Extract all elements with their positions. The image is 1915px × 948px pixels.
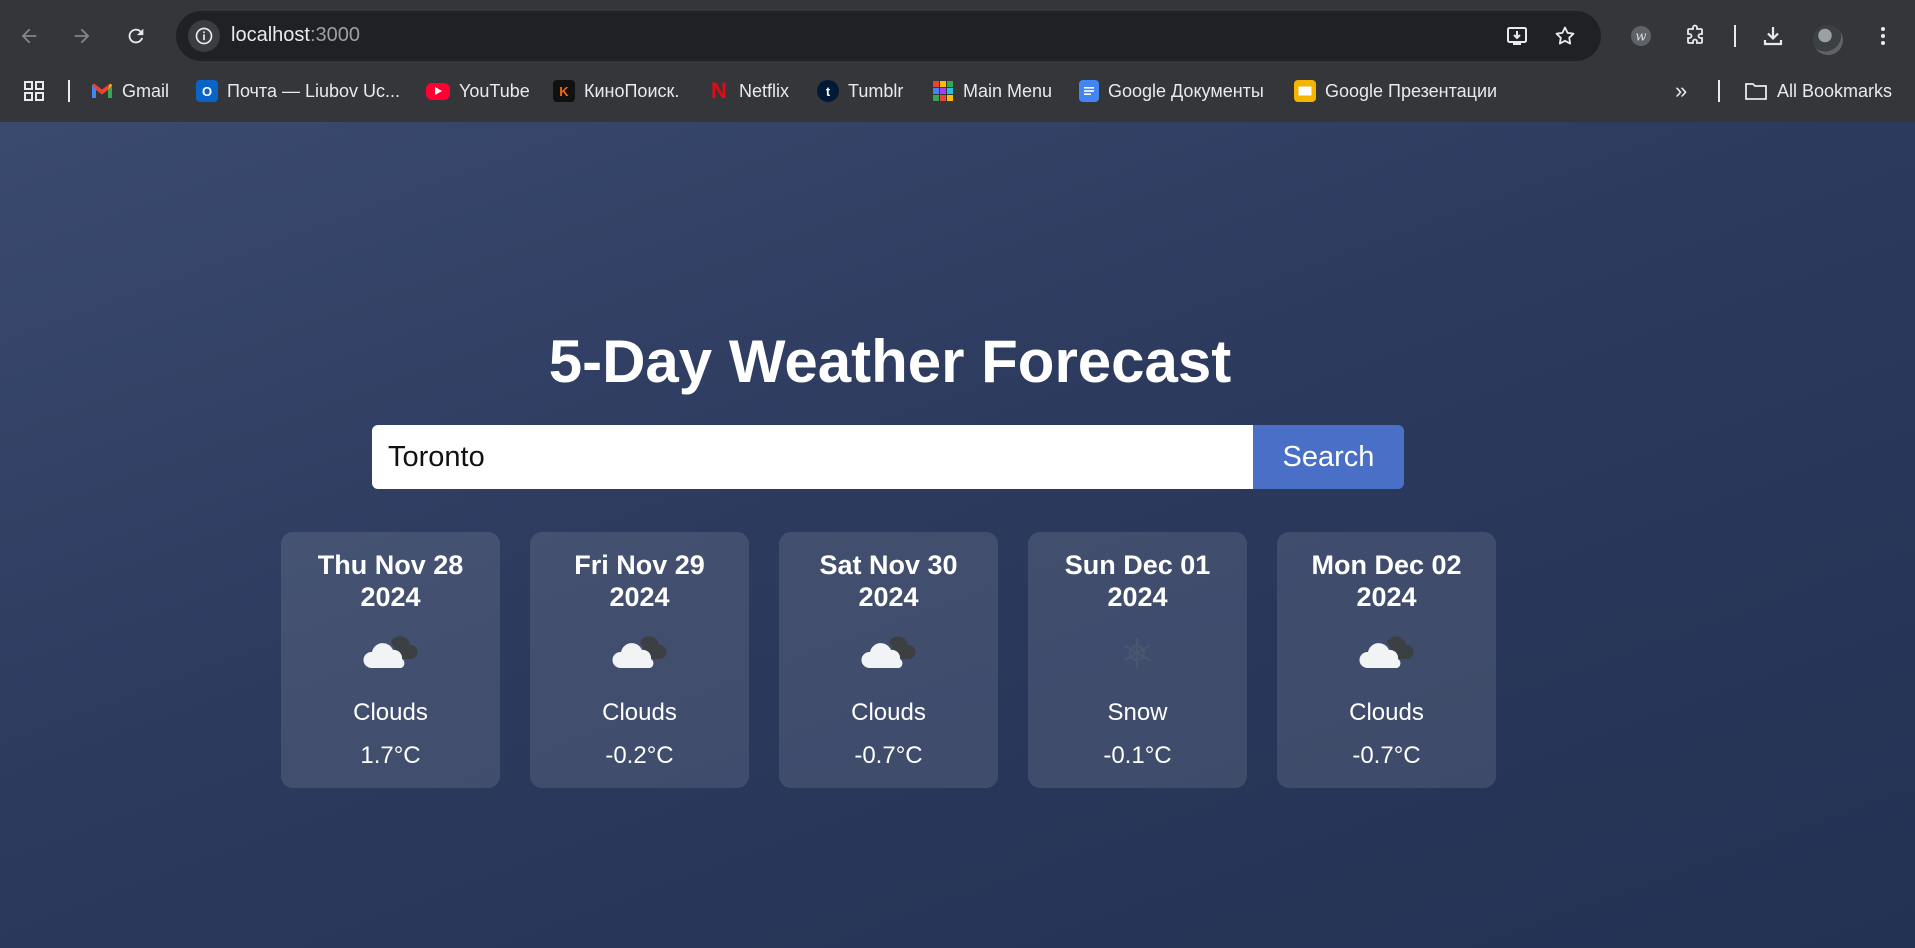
- search-bar: Search: [372, 425, 1404, 489]
- bookmarks-bar: Gmail O Почта — Liubov Uc... YouTube K К…: [0, 72, 1915, 110]
- bookmark-label: Почта — Liubov Uc...: [227, 80, 401, 101]
- google-docs-icon: [1079, 80, 1099, 102]
- city-search-input[interactable]: [372, 425, 1253, 489]
- snow-icon: [1123, 637, 1151, 669]
- bookmark-label: YouTube: [459, 80, 530, 101]
- url-text[interactable]: localhost:3000: [231, 24, 360, 47]
- bookmarks-divider: [1718, 80, 1720, 102]
- bookmark-youtube[interactable]: YouTube: [426, 72, 530, 110]
- forecast-temperature: -0.2°C: [605, 742, 674, 769]
- bookmark-label: КиноПоиск.: [584, 80, 680, 101]
- forecast-description: Clouds: [353, 699, 428, 726]
- forecast-card: Thu Nov 28 2024 Clouds 1.7°C: [281, 532, 500, 788]
- back-arrow-icon: [21, 28, 37, 44]
- forecast-temperature: 1.7°C: [360, 742, 421, 769]
- svg-text:w: w: [1635, 30, 1646, 45]
- more-bookmarks-chevron-icon[interactable]: »: [1675, 72, 1687, 110]
- bookmark-label: Netflix: [739, 80, 790, 101]
- gmail-icon: [91, 80, 113, 102]
- clouds-icon: [363, 636, 418, 668]
- grid-colorful-icon: [932, 80, 954, 102]
- site-info-icon[interactable]: [188, 20, 220, 52]
- browser-chrome: localhost:3000 w Gmail O Почта — Liubov …: [0, 0, 1915, 122]
- forecast-cards: Thu Nov 28 2024 Clouds 1.7°C Fri Nov 29 20…: [281, 532, 1496, 788]
- url-port: :3000: [309, 24, 360, 46]
- url-host: localhost: [231, 24, 310, 46]
- bookmark-label: Main Menu: [963, 80, 1053, 101]
- apps-grid-icon[interactable]: [22, 72, 46, 110]
- forecast-temperature: -0.7°C: [854, 742, 923, 769]
- back-button[interactable]: [11, 18, 47, 54]
- tumblr-icon: t: [817, 80, 839, 102]
- address-bar[interactable]: localhost:3000: [176, 11, 1601, 61]
- toolbar-divider: [1734, 25, 1736, 47]
- forecast-description: Clouds: [851, 699, 926, 726]
- netflix-icon: N: [711, 78, 727, 103]
- forecast-description: Clouds: [1349, 699, 1424, 726]
- forecast-description: Snow: [1107, 699, 1168, 726]
- bookmark-kinopoisk[interactable]: K КиноПоиск.: [553, 72, 679, 110]
- bookmark-google-slides[interactable]: Google Презентации: [1294, 72, 1497, 110]
- folder-icon: [1745, 83, 1767, 100]
- forecast-card: Mon Dec 02 2024 Clouds -0.7°C: [1277, 532, 1496, 788]
- install-app-icon[interactable]: [1503, 22, 1531, 50]
- forecast-temperature: -0.7°C: [1352, 742, 1421, 769]
- bookmark-label: Tumblr: [848, 80, 904, 101]
- browser-toolbar: localhost:3000 w: [0, 9, 1915, 63]
- forecast-card: Sat Nov 30 2024 Clouds -0.7°C: [779, 532, 998, 788]
- weather-app: 5-Day Weather Forecast Search Thu Nov 28…: [0, 122, 1915, 948]
- bookmark-gmail[interactable]: Gmail: [91, 72, 169, 110]
- forecast-temperature: -0.1°C: [1103, 742, 1172, 769]
- downloads-icon[interactable]: [1755, 18, 1791, 54]
- forecast-card: Sun Dec 01 2024 Snow -0.1°C: [1028, 532, 1247, 788]
- forecast-description: Clouds: [602, 699, 677, 726]
- google-slides-icon: [1294, 80, 1316, 102]
- forecast-date: Sat Nov 30 2024: [819, 550, 958, 612]
- all-bookmarks-button[interactable]: All Bookmarks: [1744, 72, 1892, 110]
- bookmark-star-icon[interactable]: [1551, 22, 1579, 50]
- forward-arrow-icon: [74, 28, 90, 44]
- reload-button[interactable]: [118, 18, 154, 54]
- clouds-icon: [612, 636, 667, 668]
- bookmark-main-menu[interactable]: Main Menu: [932, 72, 1052, 110]
- forecast-date: Mon Dec 02 2024: [1311, 550, 1462, 612]
- reload-icon: [128, 28, 144, 44]
- all-bookmarks-label: All Bookmarks: [1777, 80, 1893, 101]
- clouds-icon: [861, 636, 916, 668]
- bookmark-label: Gmail: [122, 80, 170, 101]
- extensions-puzzle-icon[interactable]: [1677, 18, 1713, 54]
- bookmark-label: Google Презентации: [1325, 80, 1498, 101]
- bookmark-netflix[interactable]: N Netflix: [708, 72, 789, 110]
- bookmark-label: Google Документы: [1108, 80, 1264, 101]
- clouds-icon: [1359, 636, 1414, 668]
- kinopoisk-icon: K: [553, 80, 575, 102]
- page-title: 5-Day Weather Forecast: [548, 328, 1232, 395]
- forecast-date: Fri Nov 29 2024: [574, 550, 705, 612]
- forecast-card: Fri Nov 29 2024 Clouds -0.2°C: [530, 532, 749, 788]
- bookmark-outlook[interactable]: O Почта — Liubov Uc...: [196, 72, 400, 110]
- youtube-icon: [426, 82, 450, 100]
- profile-avatar[interactable]: [1813, 25, 1843, 55]
- bookmarks-divider: [68, 80, 70, 102]
- forward-button[interactable]: [64, 18, 100, 54]
- search-button[interactable]: Search: [1253, 425, 1404, 489]
- extension-w-icon[interactable]: w: [1623, 18, 1659, 54]
- forecast-date: Sun Dec 01 2024: [1064, 550, 1211, 612]
- bookmark-google-docs[interactable]: Google Документы: [1079, 72, 1264, 110]
- forecast-date: Thu Nov 28 2024: [317, 550, 464, 612]
- outlook-icon: O: [196, 80, 218, 102]
- kebab-menu-icon[interactable]: [1865, 18, 1901, 54]
- bookmark-tumblr[interactable]: t Tumblr: [817, 72, 903, 110]
